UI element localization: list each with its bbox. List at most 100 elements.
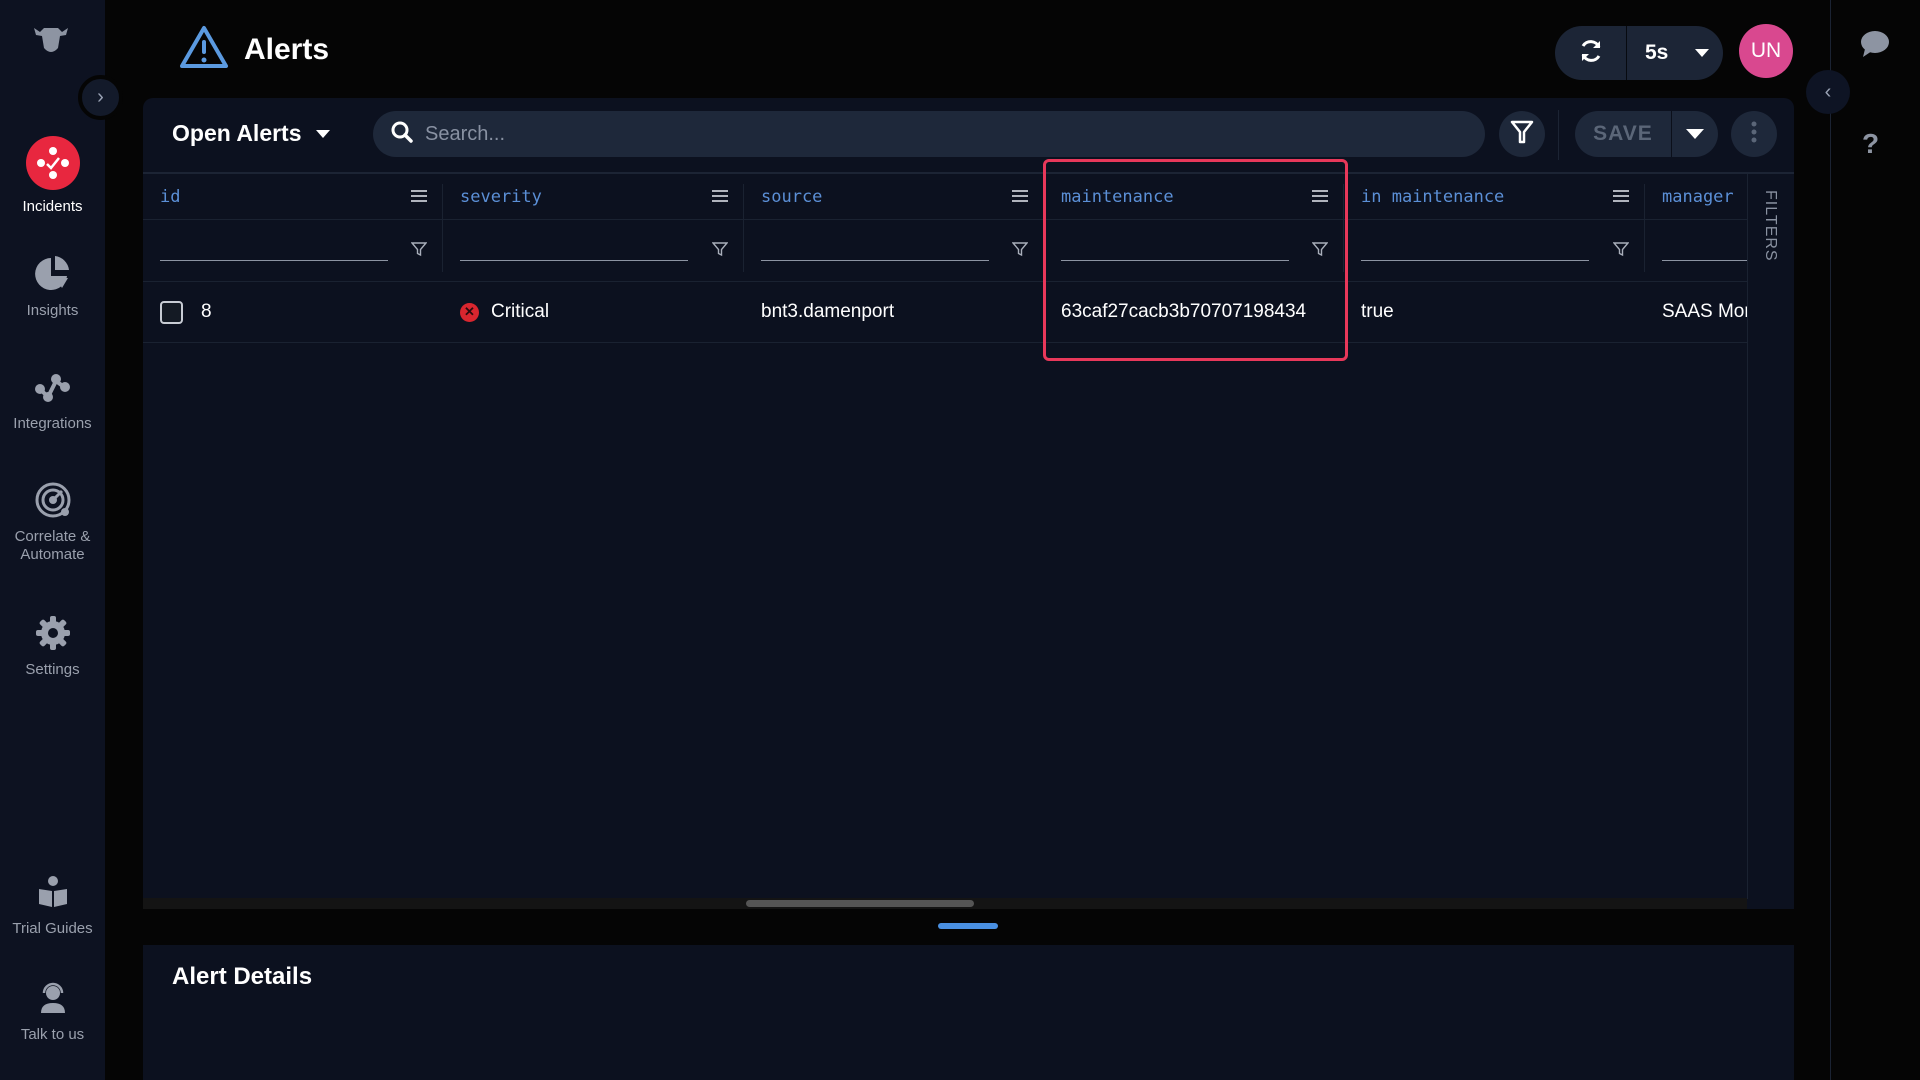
caret-down-icon — [315, 129, 330, 138]
refresh-button[interactable] — [1555, 26, 1627, 80]
column-filter-input[interactable] — [1061, 260, 1289, 261]
table-cell-severity: ✕ Critical — [443, 282, 744, 343]
more-options-button[interactable] — [1731, 111, 1777, 157]
column-menu-icon[interactable] — [712, 188, 728, 208]
column-header-label: in maintenance — [1361, 186, 1505, 207]
column-header-label: source — [761, 186, 823, 207]
expand-right-panel-button[interactable]: ‹ — [1806, 70, 1850, 114]
sidebar: Incidents Insights Integrations Correlat… — [0, 0, 105, 1080]
column-filter-input[interactable] — [1361, 260, 1589, 261]
column-filter-input[interactable] — [1662, 260, 1747, 261]
funnel-icon — [1510, 119, 1534, 150]
page-title: Alerts — [244, 32, 330, 66]
table-cell-maintenance: 63caf27cacb3b70707198434 — [1044, 282, 1344, 343]
column-menu-icon[interactable] — [1613, 188, 1629, 208]
save-options-dropdown[interactable] — [1672, 129, 1718, 139]
table-cell-source: bnt3.damenport — [744, 282, 1044, 343]
column-menu-icon[interactable] — [411, 188, 427, 208]
logo-icon[interactable] — [30, 22, 72, 58]
chevron-left-icon: ‹ — [1824, 80, 1832, 103]
filter-funnel-icon[interactable] — [1612, 241, 1630, 262]
sidebar-item-settings[interactable]: Settings — [0, 613, 105, 679]
column-in-maintenance: in maintenance true — [1344, 174, 1645, 343]
sidebar-item-correlate-automate[interactable]: Correlate & Automate — [0, 480, 105, 564]
refresh-control: 5s — [1555, 26, 1723, 80]
panel-resize-handle[interactable] — [938, 923, 998, 929]
column-header[interactable]: source — [744, 174, 1044, 220]
sidebar-item-label: Integrations — [13, 415, 92, 432]
table-cell-manager: SAAS Mor — [1645, 282, 1747, 343]
column-maintenance: maintenance 63caf27cacb3b70707198434 — [1044, 174, 1344, 343]
radar-icon — [33, 480, 73, 520]
headset-icon — [33, 978, 73, 1018]
column-header-label: id — [160, 186, 181, 207]
view-selector[interactable]: Open Alerts — [172, 120, 330, 147]
cell-value: true — [1361, 301, 1394, 322]
filters-panel-toggle[interactable]: FILTERS — [1747, 174, 1794, 899]
pie-chart-icon — [33, 254, 73, 294]
save-button[interactable]: SAVE — [1575, 111, 1672, 157]
column-header-label: manager — [1662, 186, 1734, 207]
search-input[interactable] — [425, 122, 1425, 146]
warning-triangle-icon — [178, 24, 230, 75]
column-menu-icon[interactable] — [1312, 188, 1328, 208]
column-filter-input[interactable] — [460, 260, 688, 261]
column-source: source bnt3.damenport — [744, 174, 1044, 343]
table-cell-in-maintenance: true — [1344, 282, 1645, 343]
incidents-icon — [25, 136, 80, 190]
chevron-right-icon: › — [97, 86, 104, 108]
kebab-menu-icon — [1751, 121, 1757, 148]
column-header-label: maintenance — [1061, 186, 1174, 207]
filter-funnel-icon[interactable] — [711, 241, 729, 262]
horizontal-scrollbar[interactable] — [143, 898, 1747, 909]
filter-funnel-icon[interactable] — [410, 241, 428, 262]
sidebar-item-label: Incidents — [22, 198, 83, 215]
expand-sidebar-button[interactable]: › — [78, 75, 123, 120]
refresh-interval-dropdown[interactable]: 5s — [1627, 41, 1723, 65]
integrations-icon — [33, 367, 73, 407]
sidebar-item-trial-guides[interactable]: Trial Guides — [0, 872, 105, 938]
filter-funnel-icon[interactable] — [1011, 241, 1029, 262]
column-header[interactable]: manager — [1645, 174, 1747, 220]
column-filter-input[interactable] — [160, 260, 388, 261]
cell-value: SAAS Mor — [1662, 301, 1747, 322]
sidebar-item-label: Insights — [26, 302, 79, 319]
alerts-table: id 8 severity ✕ Critical source bnt3.dam… — [143, 174, 1747, 899]
column-filter-input[interactable] — [761, 260, 989, 261]
alerts-panel: Open Alerts SAVE — [143, 98, 1794, 909]
scrollbar-thumb[interactable] — [746, 900, 974, 907]
sidebar-item-integrations[interactable]: Integrations — [0, 367, 105, 433]
row-select-checkbox[interactable] — [160, 300, 183, 324]
search-bar — [373, 111, 1485, 157]
column-filter — [443, 220, 744, 282]
cell-value: Critical — [491, 301, 550, 322]
filter-funnel-icon[interactable] — [1311, 241, 1329, 262]
toolbar-divider — [1558, 110, 1559, 160]
sidebar-item-label: Settings — [25, 661, 80, 678]
column-header[interactable]: id — [143, 174, 443, 220]
save-split-button: SAVE — [1575, 111, 1718, 157]
column-header[interactable]: in maintenance — [1344, 174, 1645, 220]
user-avatar[interactable]: UN — [1739, 24, 1793, 78]
column-filter — [143, 220, 443, 282]
chat-icon[interactable] — [1860, 30, 1890, 63]
sidebar-item-talk-to-us[interactable]: Talk to us — [0, 978, 105, 1044]
view-name: Open Alerts — [172, 120, 302, 146]
column-severity: severity ✕ Critical — [443, 174, 744, 343]
column-header[interactable]: maintenance — [1044, 174, 1344, 220]
cell-value: 8 — [201, 301, 212, 322]
alert-details-panel: Alert Details — [143, 945, 1794, 1080]
column-menu-icon[interactable] — [1012, 188, 1028, 208]
alert-details-title: Alert Details — [172, 963, 313, 990]
book-reader-icon — [33, 872, 73, 912]
right-rail — [1830, 0, 1920, 1080]
sidebar-item-insights[interactable]: Insights — [0, 254, 105, 320]
refresh-icon — [1578, 38, 1604, 69]
help-icon[interactable]: ? — [1862, 128, 1879, 160]
column-filter — [1645, 220, 1747, 282]
filter-button[interactable] — [1499, 111, 1545, 157]
sidebar-item-incidents[interactable]: Incidents — [0, 136, 105, 216]
toolbar: Open Alerts SAVE — [143, 98, 1794, 174]
search-icon — [391, 121, 413, 148]
column-header[interactable]: severity — [443, 174, 744, 220]
